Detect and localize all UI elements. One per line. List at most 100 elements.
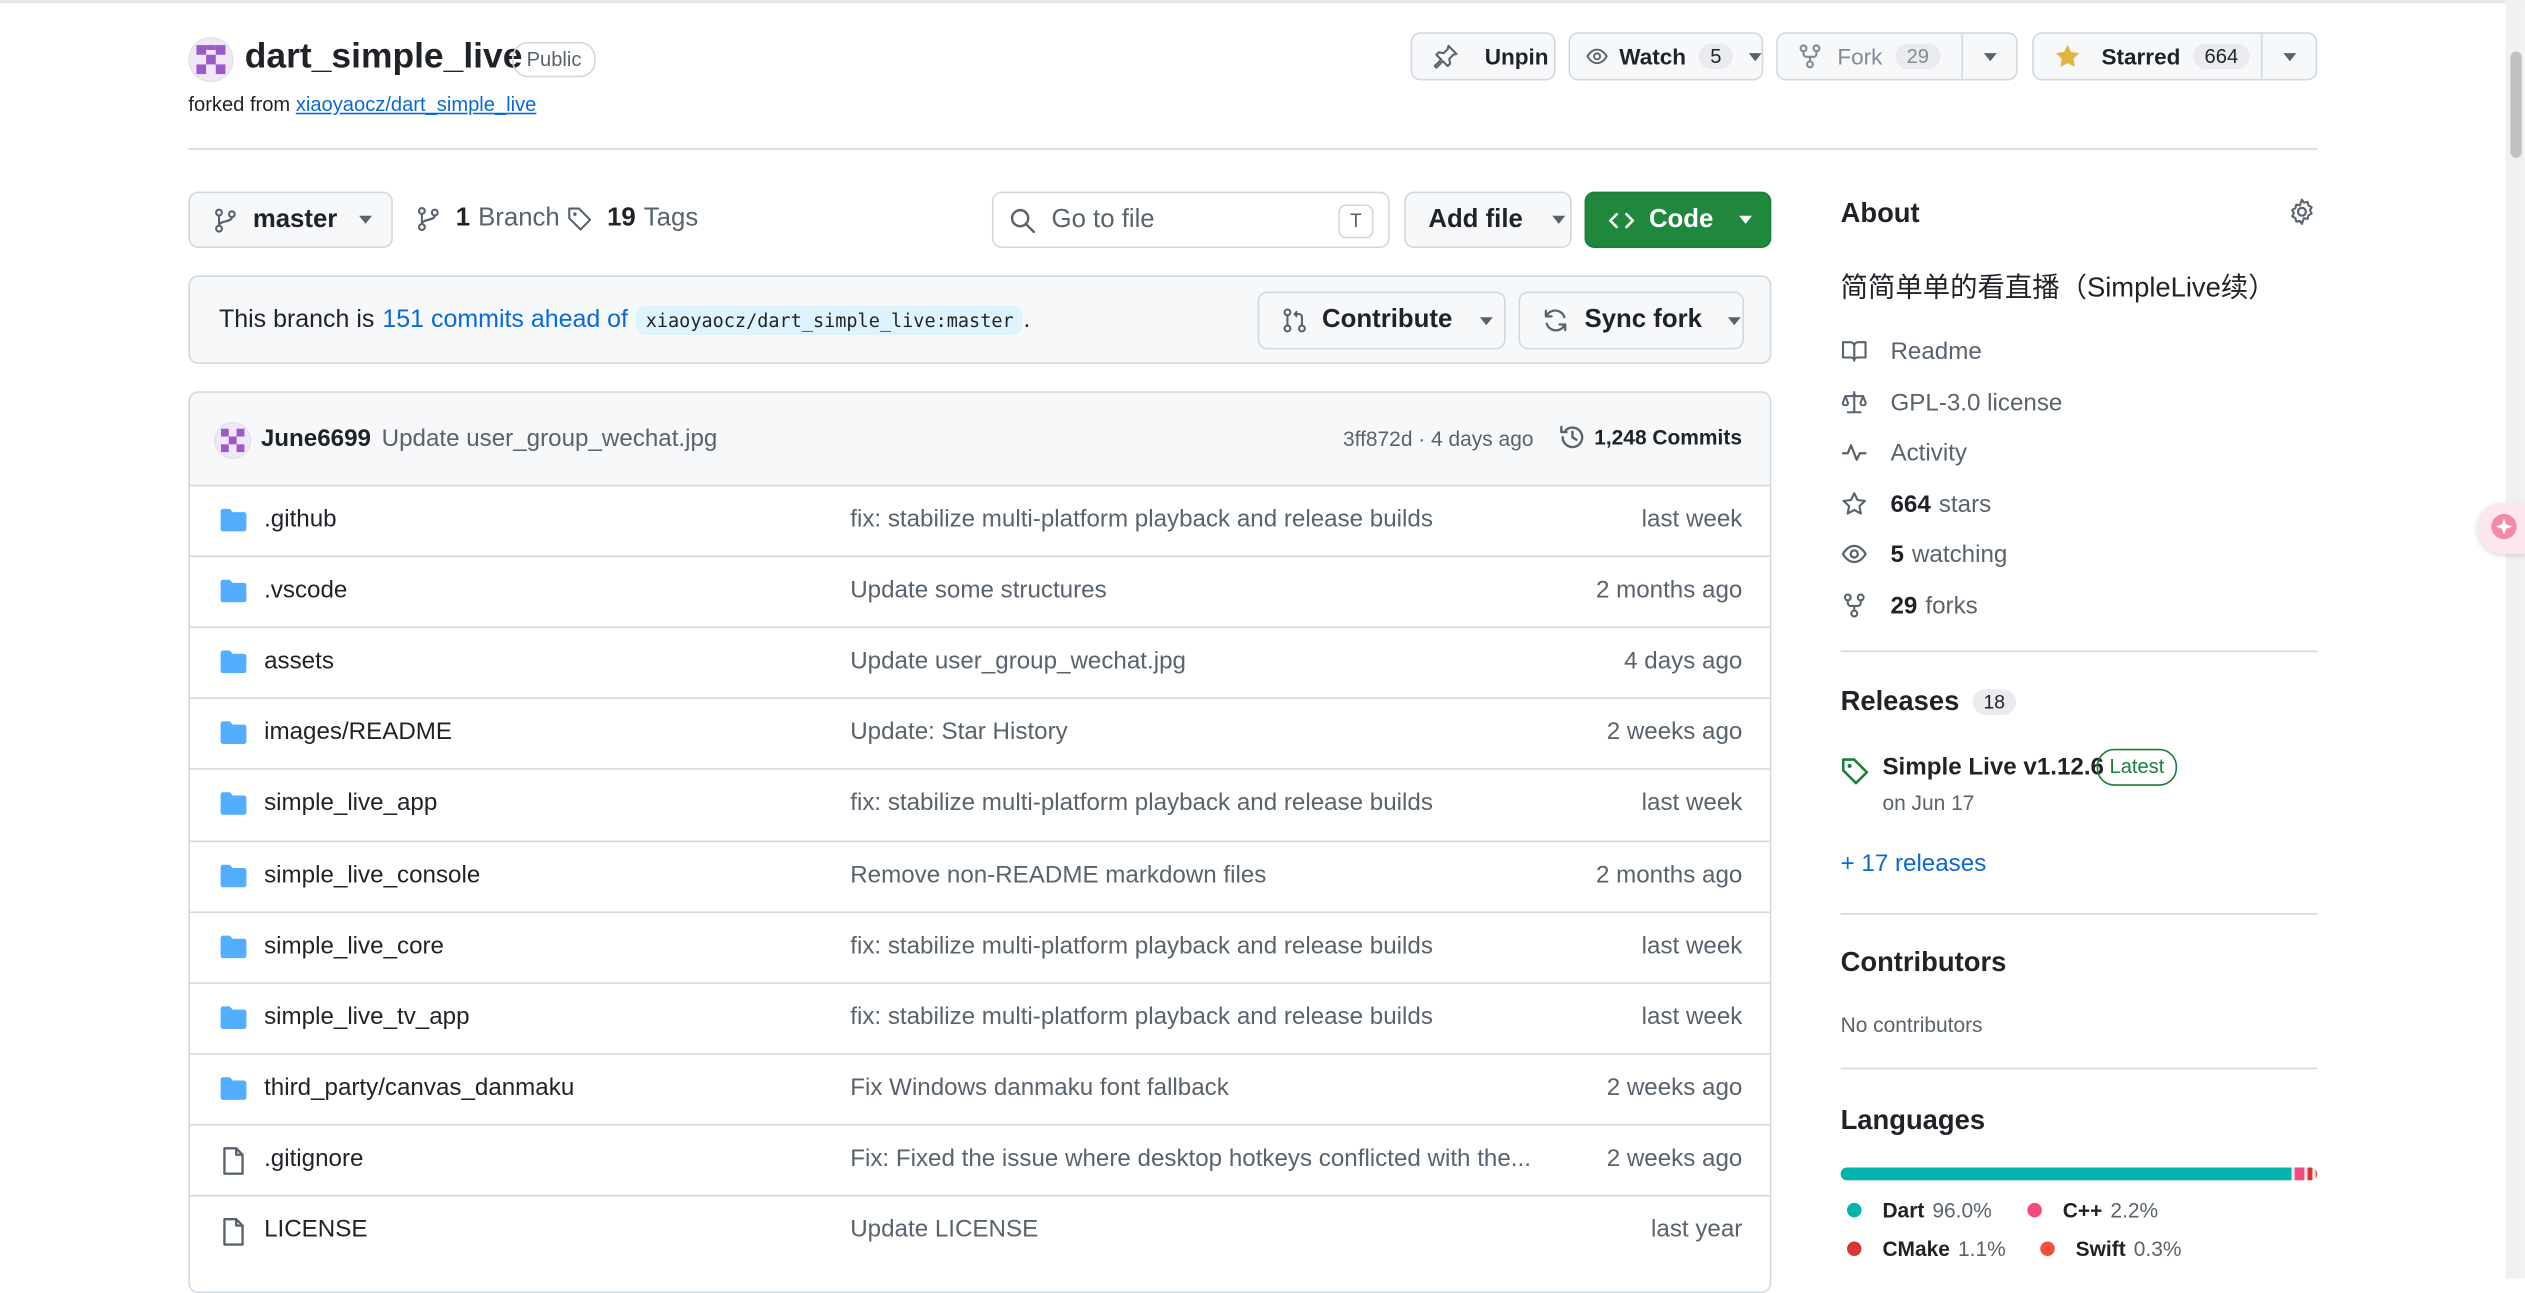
- language-bar-segment: [2307, 1167, 2313, 1181]
- commits-ahead-link[interactable]: 151 commits ahead of: [382, 306, 628, 335]
- watchers-link[interactable]: 5 watching: [1841, 536, 2007, 571]
- contribute-button[interactable]: Contribute: [1257, 291, 1506, 350]
- file-name[interactable]: third_party/canvas_danmaku: [264, 1074, 574, 1101]
- activity-label: Activity: [1890, 438, 1968, 467]
- file-name[interactable]: simple_live_core: [264, 932, 444, 959]
- file-name[interactable]: simple_live_tv_app: [264, 1003, 469, 1030]
- file-row[interactable]: LICENSE Update LICENSE last year: [190, 1194, 1770, 1267]
- file-row[interactable]: .vscode Update some structures 2 months ag…: [190, 555, 1770, 628]
- tags-link[interactable]: 19 Tags: [567, 205, 698, 234]
- file-name[interactable]: assets: [264, 648, 334, 675]
- file-commit-message[interactable]: Update LICENSE: [850, 1216, 1534, 1243]
- file-commit-message[interactable]: fix: stabilize multi-platform playback a…: [850, 506, 1534, 533]
- owner-avatar[interactable]: [188, 37, 234, 83]
- upstream-repo-link[interactable]: xiaoyaocz/dart_simple_live: [296, 93, 537, 116]
- file-commit-message[interactable]: Update: Star History: [850, 719, 1534, 746]
- contribute-caret-icon: [1479, 316, 1493, 325]
- repo-name[interactable]: dart_simple_live: [245, 35, 523, 77]
- folder-icon: [220, 721, 247, 745]
- file-name[interactable]: simple_live_console: [264, 861, 480, 888]
- file-commit-message[interactable]: fix: stabilize multi-platform playback a…: [850, 790, 1534, 817]
- file-row[interactable]: images/README Update: Star History 2 weeks…: [190, 697, 1770, 770]
- starred-button[interactable]: Starred 664: [2034, 34, 2261, 79]
- watch-button[interactable]: Watch 5: [1568, 32, 1764, 81]
- language-item[interactable]: C++ 2.2%: [2027, 1198, 2158, 1222]
- file-commit-message[interactable]: Fix Windows danmaku font fallback: [850, 1074, 1534, 1101]
- folder-icon-wrap: [219, 791, 248, 817]
- file-name[interactable]: simple_live_app: [264, 790, 437, 817]
- latest-release-link[interactable]: Simple Live v1.12.6: [1882, 754, 2104, 781]
- code-icon: [1609, 212, 1635, 228]
- starred-label: Starred: [2101, 43, 2181, 70]
- file-name[interactable]: .gitignore: [264, 1145, 363, 1172]
- commit-sha-time[interactable]: 3ff872d · 4 days ago: [1343, 427, 1533, 451]
- more-releases-link[interactable]: + 17 releases: [1841, 850, 1987, 877]
- page: dart_simple_live Public forked from xiao…: [0, 0, 2525, 1293]
- activity-link[interactable]: Activity: [1841, 435, 1967, 470]
- contributors-empty: No contributors: [1840, 1012, 1983, 1038]
- star-dropdown-button[interactable]: [2262, 34, 2315, 79]
- commit-author[interactable]: June6699: [261, 425, 371, 452]
- file-row[interactable]: assets Update user_group_wechat.jpg 4 days…: [190, 626, 1770, 699]
- file-row[interactable]: simple_live_core fix: stabilize multi-pla…: [190, 910, 1770, 983]
- file-name[interactable]: images/README: [264, 719, 452, 746]
- gear-icon[interactable]: [2288, 198, 2315, 225]
- file-name[interactable]: .vscode: [264, 577, 347, 604]
- stars-link[interactable]: 664 stars: [1841, 486, 1991, 521]
- file-commit-message[interactable]: fix: stabilize multi-platform playback a…: [850, 932, 1534, 959]
- releases-heading-link[interactable]: Releases 18: [1841, 686, 2017, 718]
- file-commit-message[interactable]: Remove non-README markdown files: [850, 861, 1534, 888]
- fork-caret-icon: [1983, 52, 1996, 61]
- folder-icon: [220, 1005, 247, 1029]
- stars-count: 664: [1890, 490, 1931, 518]
- identicon-icon: [190, 38, 232, 81]
- scrollbar-thumb[interactable]: [2510, 51, 2522, 158]
- language-item[interactable]: Swift 0.3%: [2040, 1237, 2181, 1261]
- fork-dropdown-button[interactable]: [1963, 34, 2016, 79]
- folder-icon: [220, 1076, 247, 1100]
- file-commit-message[interactable]: Fix: Fixed the issue where desktop hotke…: [850, 1145, 1534, 1172]
- file-commit-time: 2 weeks ago: [1606, 1073, 1743, 1102]
- folder-icon-wrap: [219, 578, 248, 604]
- fork-icon: [1843, 593, 1865, 618]
- fork-button[interactable]: Fork 29: [1778, 34, 1962, 79]
- forks-link[interactable]: 29 forks: [1841, 588, 1978, 623]
- commit-message[interactable]: Update user_group_wechat.jpg: [382, 425, 718, 452]
- file-commit-message[interactable]: Update user_group_wechat.jpg: [850, 648, 1534, 675]
- code-label: Code: [1648, 205, 1714, 233]
- upstream-ref: xiaoyaocz/dart_simple_live:master: [636, 305, 1024, 335]
- file-row[interactable]: simple_live_app fix: stabilize multi-plat…: [190, 768, 1770, 841]
- add-file-label: Add file: [1428, 205, 1523, 233]
- sparkle-icon: [2491, 513, 2517, 540]
- go-to-file-input[interactable]: Go to file T: [991, 191, 1390, 248]
- add-file-button[interactable]: Add file: [1404, 191, 1572, 248]
- fork-count: 29: [1895, 43, 1941, 70]
- language-name: CMake: [1882, 1236, 1950, 1261]
- file-name[interactable]: .github: [264, 506, 337, 533]
- language-item[interactable]: Dart 96.0%: [1847, 1198, 1992, 1222]
- file-row[interactable]: .github fix: stabilize multi-platform pla…: [190, 484, 1770, 557]
- file-row[interactable]: simple_live_tv_app fix: stabilize multi-p…: [190, 981, 1770, 1054]
- file-row[interactable]: .gitignore Fix: Fixed the issue where des…: [190, 1123, 1770, 1196]
- file-name[interactable]: LICENSE: [264, 1216, 367, 1243]
- file-commit-message[interactable]: Update some structures: [850, 577, 1534, 604]
- floating-assistant-button[interactable]: [2476, 502, 2525, 554]
- shortcut-key: T: [1338, 204, 1374, 239]
- file-row[interactable]: simple_live_console Remove non-README mar…: [190, 839, 1770, 912]
- branches-link[interactable]: 1 Branch: [417, 205, 560, 234]
- contributors-heading[interactable]: Contributors: [1841, 947, 2007, 979]
- scrollbar-track[interactable]: [2505, 0, 2525, 1279]
- code-button[interactable]: Code: [1584, 191, 1772, 248]
- file-row[interactable]: third_party/canvas_danmaku Fix Windows da…: [190, 1052, 1770, 1125]
- commit-author-avatar[interactable]: [214, 421, 252, 459]
- file-commit-message[interactable]: fix: stabilize multi-platform playback a…: [850, 1003, 1534, 1030]
- branch-selector[interactable]: master: [188, 191, 393, 248]
- unpin-button[interactable]: Unpin: [1410, 32, 1556, 81]
- sync-fork-button[interactable]: Sync fork: [1518, 291, 1744, 350]
- license-link[interactable]: GPL-3.0 license: [1841, 385, 2062, 420]
- readme-link[interactable]: Readme: [1841, 333, 1982, 368]
- sync-fork-caret-icon: [1727, 316, 1741, 325]
- folder-icon-wrap: [219, 1004, 248, 1030]
- language-item[interactable]: CMake 1.1%: [1847, 1237, 2006, 1261]
- commits-history-link[interactable]: 1,248 Commits: [1559, 424, 1742, 451]
